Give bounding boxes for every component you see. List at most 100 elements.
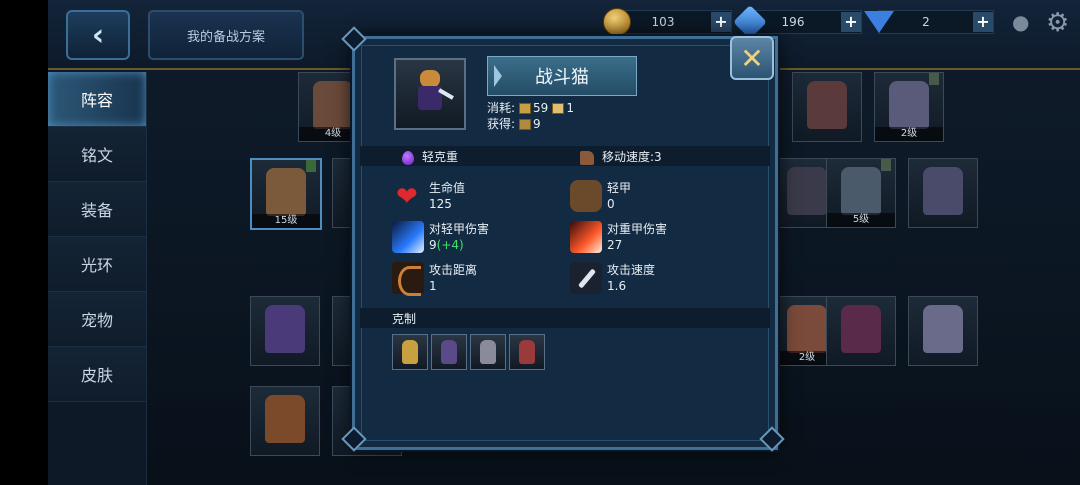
unit-sprite [265, 305, 305, 353]
close-button[interactable]: ✕ [730, 36, 774, 80]
unit-card[interactable] [908, 296, 978, 366]
back-button[interactable]: ‹ [66, 10, 130, 60]
countered-unit[interactable] [509, 334, 545, 370]
sidebar-item-label: 皮肤 [80, 366, 113, 385]
armor-type: 轻克重 [402, 148, 458, 165]
unit-sprite [841, 305, 881, 353]
counter-label: 克制 [392, 312, 417, 326]
armor-type-label: 轻克重 [422, 150, 459, 164]
unit-card[interactable] [908, 158, 978, 228]
unit-card[interactable] [792, 72, 862, 142]
gold-coin-icon [603, 8, 631, 36]
countered-unit[interactable] [470, 334, 506, 370]
add-diamond-button[interactable]: + [973, 12, 993, 32]
stat-value: 9 [429, 238, 437, 252]
cost-value-population: 1 [566, 101, 574, 115]
sidebar-item-label: 光环 [80, 256, 113, 275]
unit-sprite [266, 168, 306, 216]
sidebar-item-aura[interactable]: 光环 [48, 237, 146, 292]
unit-sprite [441, 340, 457, 364]
unit-sprite [402, 340, 418, 364]
unit-name-banner: 战斗猫 [487, 56, 637, 96]
light-armor-icon [570, 180, 602, 212]
unit-sprite [313, 81, 353, 129]
stat-label: 攻击速度 [607, 263, 656, 277]
reward-icon [519, 119, 532, 130]
move-speed-label: 移动速度:3 [602, 150, 662, 164]
stat-value: 1.6 [607, 279, 627, 293]
counter-stripe [360, 308, 770, 328]
sidebar: 阵容 铭文 装备 光环 宠物 皮肤 [48, 72, 147, 485]
stat-value: 1 [429, 279, 437, 293]
unit-sprite [807, 81, 847, 129]
unit-card[interactable] [250, 386, 320, 456]
sidebar-item-label: 阵容 [80, 91, 113, 110]
unit-sprite [923, 305, 963, 353]
move-speed: 移动速度:3 [580, 148, 662, 165]
unit-card[interactable]: 2级 [874, 72, 944, 142]
stat-hp: 生命值 125 [429, 180, 465, 212]
unit-card[interactable]: 5级 [826, 158, 896, 228]
unit-sprite [480, 340, 496, 364]
unit-sprite [519, 340, 535, 364]
unit-card[interactable] [250, 296, 320, 366]
unit-sprite [787, 305, 827, 353]
countered-unit[interactable] [392, 334, 428, 370]
sidebar-item-label: 铭文 [80, 146, 113, 165]
stat-value: 125 [429, 197, 452, 211]
gold-counter: 103 + [614, 10, 732, 34]
sidebar-item-pet[interactable]: 宠物 [48, 292, 146, 347]
add-gem-button[interactable]: + [841, 12, 861, 32]
countered-unit[interactable] [431, 334, 467, 370]
diamond-counter: 2 + [878, 10, 994, 34]
settings-gear-icon[interactable]: ⚙ [1046, 8, 1069, 38]
stat-value: 0 [607, 197, 615, 211]
red-slash-icon [570, 221, 602, 253]
gain-value: 9 [533, 117, 541, 131]
stat-label: 轻甲 [607, 181, 632, 195]
sidebar-item-label: 装备 [80, 201, 113, 220]
cost-value-gold: 59 [533, 101, 549, 115]
add-gold-button[interactable]: + [711, 12, 731, 32]
battle-plan-button[interactable]: 我的备战方案 [148, 10, 304, 60]
unit-sprite [265, 395, 305, 443]
unit-sprite [923, 167, 963, 215]
stat-bonus: (+4) [436, 238, 464, 252]
unit-card[interactable] [826, 296, 896, 366]
purple-orb-icon [402, 150, 414, 165]
cost-info: 消耗: 59 1 获得: 9 [487, 100, 574, 132]
profile-icon[interactable]: ● [1012, 10, 1032, 34]
sidebar-item-skin[interactable]: 皮肤 [48, 347, 146, 402]
unit-flag [881, 159, 891, 171]
unit-sprite [841, 167, 881, 215]
bow-icon [392, 262, 424, 296]
sidebar-item-equipment[interactable]: 装备 [48, 182, 146, 237]
unit-level: 2级 [875, 127, 943, 141]
battle-cat-sprite [414, 70, 454, 116]
stat-armor: 轻甲 0 [607, 180, 631, 212]
battle-plan-label: 我的备战方案 [186, 29, 265, 45]
unit-sprite [889, 81, 929, 129]
stat-light-damage: 对轻甲伤害 9(+4) [429, 221, 489, 253]
stat-range: 攻击距离 1 [429, 262, 477, 294]
unit-name: 战斗猫 [535, 67, 589, 88]
left-letterbox [0, 0, 48, 485]
stat-attack-speed: 攻击速度 1.6 [607, 262, 655, 294]
stat-label: 对轻甲伤害 [429, 222, 490, 236]
unit-sprite [787, 167, 827, 215]
back-arrow-icon: ‹ [91, 17, 105, 53]
unit-portrait [394, 58, 466, 130]
heart-icon: ❤ [396, 182, 418, 212]
cost-label: 消耗: [487, 101, 516, 115]
unit-card[interactable]: 15级 [250, 158, 322, 230]
stat-heavy-damage: 对重甲伤害 27 [607, 221, 667, 253]
stat-value: 27 [607, 238, 623, 252]
unit-level: 5级 [827, 213, 895, 227]
dagger-icon [570, 262, 602, 294]
stat-label: 生命值 [429, 181, 466, 195]
sidebar-item-inscription[interactable]: 铭文 [48, 127, 146, 182]
gold-cost-icon [519, 103, 532, 114]
gain-label: 获得: [487, 117, 516, 131]
stat-label: 对重甲伤害 [607, 222, 668, 236]
sidebar-item-lineup[interactable]: 阵容 [48, 72, 146, 127]
